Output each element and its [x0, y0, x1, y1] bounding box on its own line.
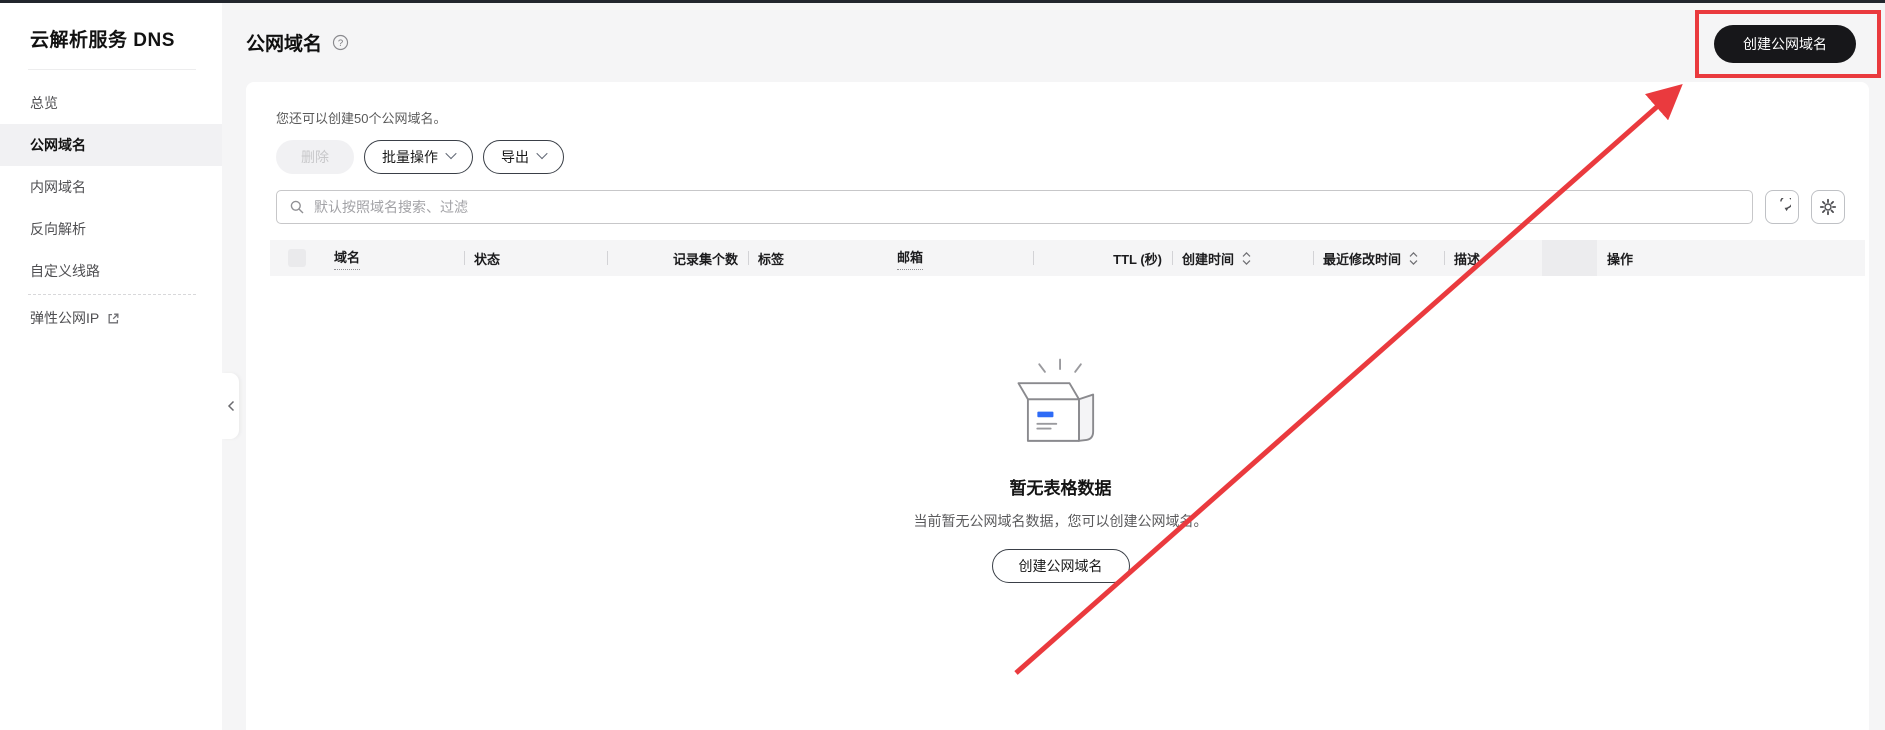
fixed-column-divider: [1542, 240, 1597, 276]
batch-operation-label: 批量操作: [382, 149, 438, 165]
table-settings-button[interactable]: [1811, 190, 1845, 224]
column-status: 状态: [464, 240, 607, 276]
search-box[interactable]: [276, 190, 1753, 224]
sidebar-item-label: 公网域名: [30, 137, 86, 153]
refresh-icon: [1780, 198, 1791, 212]
column-domain[interactable]: 域名: [324, 240, 464, 276]
column-label: 操作: [1607, 251, 1634, 267]
sidebar-item-eip[interactable]: 弹性公网IP: [0, 297, 222, 339]
sort-arrows-icon[interactable]: [1241, 251, 1252, 266]
column-label: TTL (秒): [1113, 251, 1162, 267]
sidebar-item-label: 弹性公网IP: [30, 310, 100, 326]
svg-text:?: ?: [338, 38, 343, 49]
sidebar-item-ptr-records[interactable]: 反向解析: [0, 208, 222, 250]
column-label: 记录集个数: [672, 251, 738, 267]
empty-box-icon: [1017, 358, 1094, 442]
chevron-down-icon: [445, 147, 457, 160]
column-label: 创建时间: [1182, 251, 1235, 267]
column-label: 状态: [474, 251, 501, 267]
empty-state: 暂无表格数据 当前暂无公网域名数据，您可以创建公网域名。 创建公网域名: [276, 356, 1845, 583]
sidebar-item-public-zones[interactable]: 公网域名: [0, 124, 222, 166]
column-label: 邮箱: [897, 247, 924, 270]
search-input[interactable]: [314, 199, 1740, 215]
chevron-left-icon: [227, 400, 234, 412]
sidebar-collapse-handle[interactable]: [222, 373, 239, 439]
refresh-button[interactable]: [1765, 190, 1799, 224]
main-content: 公网域名 ? 创建公网域名 您还可以创建50个公网域名。 删除 批量操作 导出: [222, 3, 1885, 730]
content-card: 您还可以创建50个公网域名。 删除 批量操作 导出 默认按照域名搜索、过滤 域名…: [246, 82, 1869, 730]
search-row: [276, 190, 1845, 224]
column-operation: 操作: [1597, 240, 1865, 276]
delete-button[interactable]: 删除: [276, 140, 354, 174]
page-header: 公网域名 ? 创建公网域名: [222, 3, 1885, 82]
toolbar: 删除 批量操作 导出: [276, 140, 1845, 174]
sidebar-item-overview[interactable]: 总览: [0, 82, 222, 124]
sidebar: 云解析服务 DNS 总览 公网域名 内网域名 反向解析 自定义线路 弹性公网IP: [0, 3, 239, 730]
sidebar-item-private-zones[interactable]: 内网域名: [0, 166, 222, 208]
sidebar-item-label: 总览: [30, 95, 58, 111]
column-label: 最近修改时间: [1323, 251, 1402, 267]
export-dropdown[interactable]: 导出: [483, 140, 564, 174]
table-header: 域名 状态 记录集个数 标签 邮箱 TTL (秒) 创建时间 最近修改时间 描述…: [270, 240, 1865, 276]
column-created-at[interactable]: 创建时间: [1172, 240, 1313, 276]
sort-arrows-icon[interactable]: [1408, 251, 1419, 266]
sidebar-item-label: 内网域名: [30, 179, 86, 195]
divider: [28, 69, 196, 70]
sidebar-item-custom-lines[interactable]: 自定义线路: [0, 250, 222, 292]
dashed-divider: [28, 294, 196, 295]
chevron-down-icon: [536, 147, 548, 160]
sidebar-nav: 总览 公网域名 内网域名 反向解析 自定义线路 弹性公网IP: [0, 82, 222, 339]
column-tags: 标签: [748, 240, 887, 276]
export-label: 导出: [501, 149, 529, 165]
help-icon[interactable]: ?: [332, 34, 349, 51]
select-all-cell: [270, 240, 324, 276]
quota-text: 您还可以创建50个公网域名。: [276, 111, 447, 126]
batch-operation-dropdown[interactable]: 批量操作: [364, 140, 473, 174]
magnifier-icon: [290, 200, 304, 214]
sidebar-item-label: 自定义线路: [30, 263, 100, 279]
empty-state-description: 当前暂无公网域名数据，您可以创建公网域名。: [913, 513, 1208, 529]
select-all-checkbox[interactable]: [288, 249, 306, 267]
column-label: 描述: [1454, 251, 1481, 267]
page-title: 公网域名: [246, 34, 323, 55]
column-updated-at[interactable]: 最近修改时间: [1313, 240, 1444, 276]
create-public-zone-empty-button[interactable]: 创建公网域名: [991, 549, 1130, 583]
external-link-icon: [107, 312, 120, 325]
create-public-zone-button[interactable]: 创建公网域名: [1714, 25, 1856, 63]
column-description: 描述: [1444, 240, 1542, 276]
service-title: 云解析服务 DNS: [30, 30, 175, 51]
empty-state-title: 暂无表格数据: [1009, 479, 1112, 498]
column-recordsets: 记录集个数: [607, 240, 748, 276]
column-ttl: TTL (秒): [1033, 240, 1172, 276]
sidebar-item-label: 反向解析: [30, 221, 86, 237]
column-label: 域名: [334, 247, 361, 270]
column-label: 标签: [758, 251, 785, 267]
column-email[interactable]: 邮箱: [887, 240, 1033, 276]
gear-icon: [1819, 198, 1837, 216]
